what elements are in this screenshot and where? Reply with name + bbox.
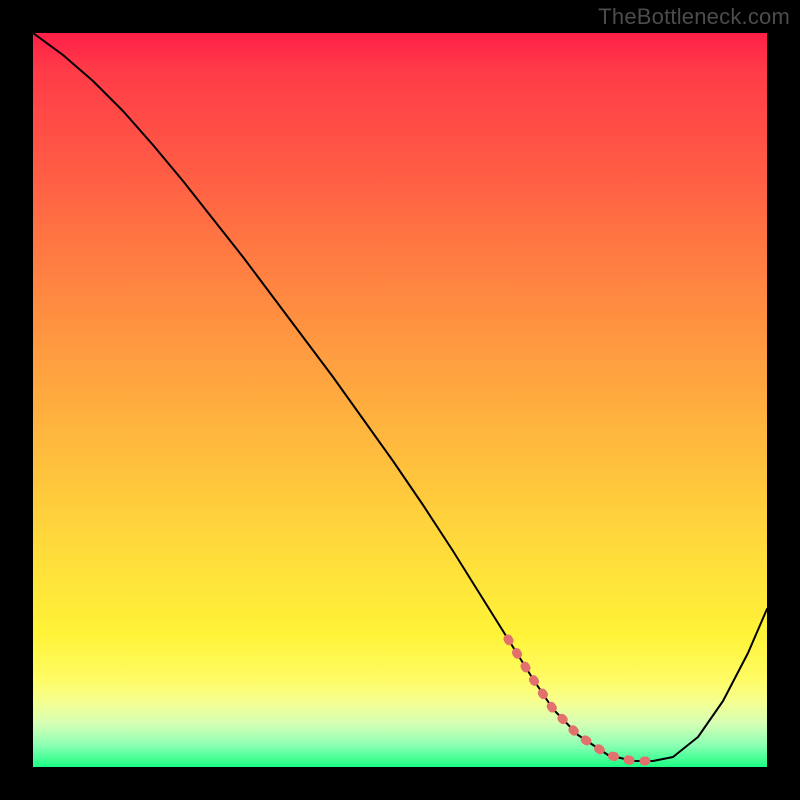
plot-area xyxy=(33,33,767,767)
optimal-range-markers xyxy=(508,639,653,761)
chart-frame: TheBottleneck.com xyxy=(0,0,800,800)
watermark-text: TheBottleneck.com xyxy=(598,4,790,30)
curve-svg xyxy=(33,33,767,767)
bottleneck-curve xyxy=(33,33,767,761)
